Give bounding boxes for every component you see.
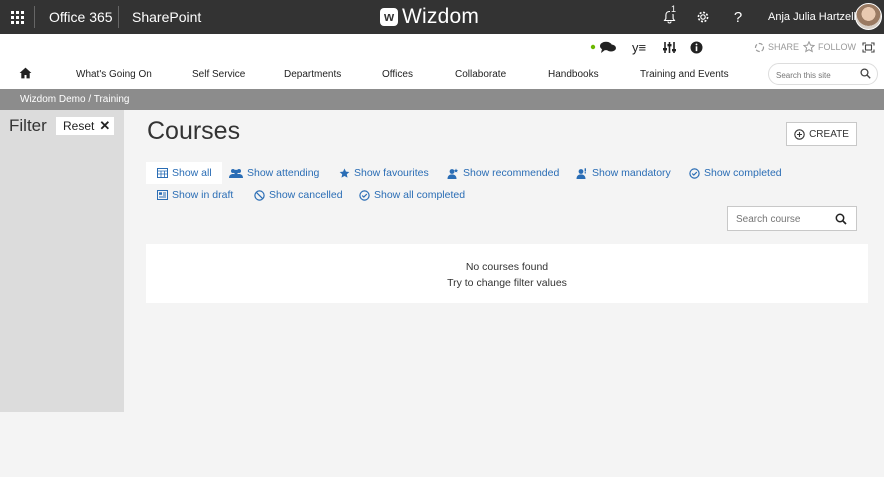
filter-label: Show completed (704, 167, 782, 179)
share-button[interactable]: SHARE (754, 39, 799, 55)
office365-link[interactable]: Office 365 (49, 0, 113, 34)
nav-item-whats-going-on[interactable]: What's Going On (76, 60, 152, 89)
avatar[interactable] (855, 3, 882, 30)
star-outline-icon (803, 41, 815, 53)
gear-icon (697, 11, 709, 23)
site-search-box (768, 63, 878, 85)
filter-show-favourites[interactable]: Show favourites (339, 162, 429, 184)
course-search-input[interactable] (736, 212, 831, 226)
filter-title: Filter (9, 116, 47, 135)
filter-show-mandatory[interactable]: Show mandatory (576, 162, 671, 184)
suite-bar: Office 365 SharePoint w Wizdom 1 ? Anja … (0, 0, 884, 34)
sliders-icon (663, 41, 676, 53)
sharepoint-link[interactable]: SharePoint (132, 0, 201, 34)
app-launcher-button[interactable] (0, 0, 34, 34)
draft-icon (157, 190, 168, 200)
top-navigation: What's Going On Self Service Departments… (0, 60, 884, 89)
focus-mode-button[interactable] (862, 39, 875, 55)
controls-button[interactable] (663, 39, 676, 55)
filter-show-attending[interactable]: Show attending (229, 162, 319, 184)
divider (34, 6, 35, 28)
follow-label: FOLLOW (818, 42, 857, 52)
page-title: Courses (147, 117, 241, 145)
help-button[interactable]: ? (725, 0, 751, 34)
reset-button[interactable]: Reset ✕ (56, 117, 114, 135)
info-button[interactable] (690, 39, 703, 55)
nav-item-collaborate[interactable]: Collaborate (455, 60, 506, 89)
chat-bubbles-icon (600, 41, 616, 53)
filter-label: Show attending (247, 167, 320, 179)
filter-label: Show all completed (374, 189, 466, 201)
settings-button[interactable] (690, 0, 716, 34)
people-icon (229, 169, 243, 178)
filter-label: Show cancelled (269, 189, 343, 201)
filter-label: Show favourites (354, 167, 429, 179)
share-icon (754, 42, 765, 52)
yammer-icon: y≡ (632, 39, 647, 55)
star-icon (339, 167, 350, 178)
site-toolbar: y≡ SHARE FOLLOW (0, 34, 884, 60)
wizdom-logo-text: Wizdom (402, 5, 480, 28)
question-mark-icon: ? (733, 8, 743, 26)
breadcrumb: Wizdom Demo / Training (0, 89, 884, 110)
yammer-button[interactable]: y≡ (632, 39, 646, 55)
calendar-icon (157, 168, 168, 178)
filter-show-cancelled[interactable]: Show cancelled (254, 184, 343, 206)
info-icon (690, 41, 703, 53)
check-circle-icon (689, 167, 700, 179)
filter-label: Show recommended (463, 167, 560, 179)
check-circle-icon (359, 189, 370, 201)
plus-circle-icon (794, 128, 805, 140)
home-icon (19, 67, 32, 79)
person-mandatory-icon (576, 167, 586, 179)
share-label: SHARE (768, 42, 800, 52)
course-search-box (727, 206, 857, 231)
nav-item-departments[interactable]: Departments (284, 60, 341, 89)
wizdom-logo[interactable]: w Wizdom (380, 4, 479, 30)
filter-show-in-draft[interactable]: Show in draft (157, 184, 233, 206)
search-icon[interactable] (860, 68, 871, 79)
home-button[interactable] (19, 59, 32, 88)
search-icon[interactable] (835, 213, 847, 225)
site-search-input[interactable] (776, 68, 856, 82)
nav-item-handbooks[interactable]: Handbooks (548, 60, 599, 89)
filter-show-completed[interactable]: Show completed (689, 162, 782, 184)
person-recommend-icon (447, 168, 459, 179)
filter-pane: Filter Reset ✕ (0, 110, 124, 412)
nav-item-self-service[interactable]: Self Service (192, 60, 245, 89)
filter-label: Show all (172, 167, 212, 179)
filter-show-recommended[interactable]: Show recommended (447, 162, 559, 184)
cancel-icon (254, 189, 265, 201)
create-button[interactable]: CREATE (786, 122, 857, 146)
breadcrumb-text[interactable]: Wizdom Demo / Training (20, 89, 129, 111)
notifications-button[interactable]: 1 (656, 0, 682, 34)
courses-results-panel: No courses found Try to change filter va… (146, 244, 868, 303)
filter-show-all[interactable]: Show all (146, 162, 222, 184)
user-name[interactable]: Anja Julia Hartzell (768, 0, 856, 34)
wizdom-logo-icon: w (380, 8, 398, 26)
notification-count-badge: 1 (670, 4, 678, 14)
presence-dot-icon (590, 44, 596, 50)
focus-icon (862, 41, 875, 53)
filter-show-all-completed[interactable]: Show all completed (359, 184, 465, 206)
follow-button[interactable]: FOLLOW (803, 39, 856, 55)
nav-item-offices[interactable]: Offices (382, 60, 413, 89)
empty-state-hint: Try to change filter values (447, 277, 567, 289)
close-icon: ✕ (99, 118, 111, 133)
reset-label: Reset (63, 119, 95, 133)
empty-state-title: No courses found (465, 261, 549, 273)
filter-label: Show mandatory (592, 167, 671, 179)
waffle-icon (10, 10, 24, 24)
filter-label: Show in draft (172, 189, 234, 201)
nav-item-training-and-events[interactable]: Training and Events (640, 60, 729, 89)
create-label: CREATE (809, 128, 849, 140)
divider (118, 6, 119, 28)
chat-button[interactable] (590, 39, 617, 55)
